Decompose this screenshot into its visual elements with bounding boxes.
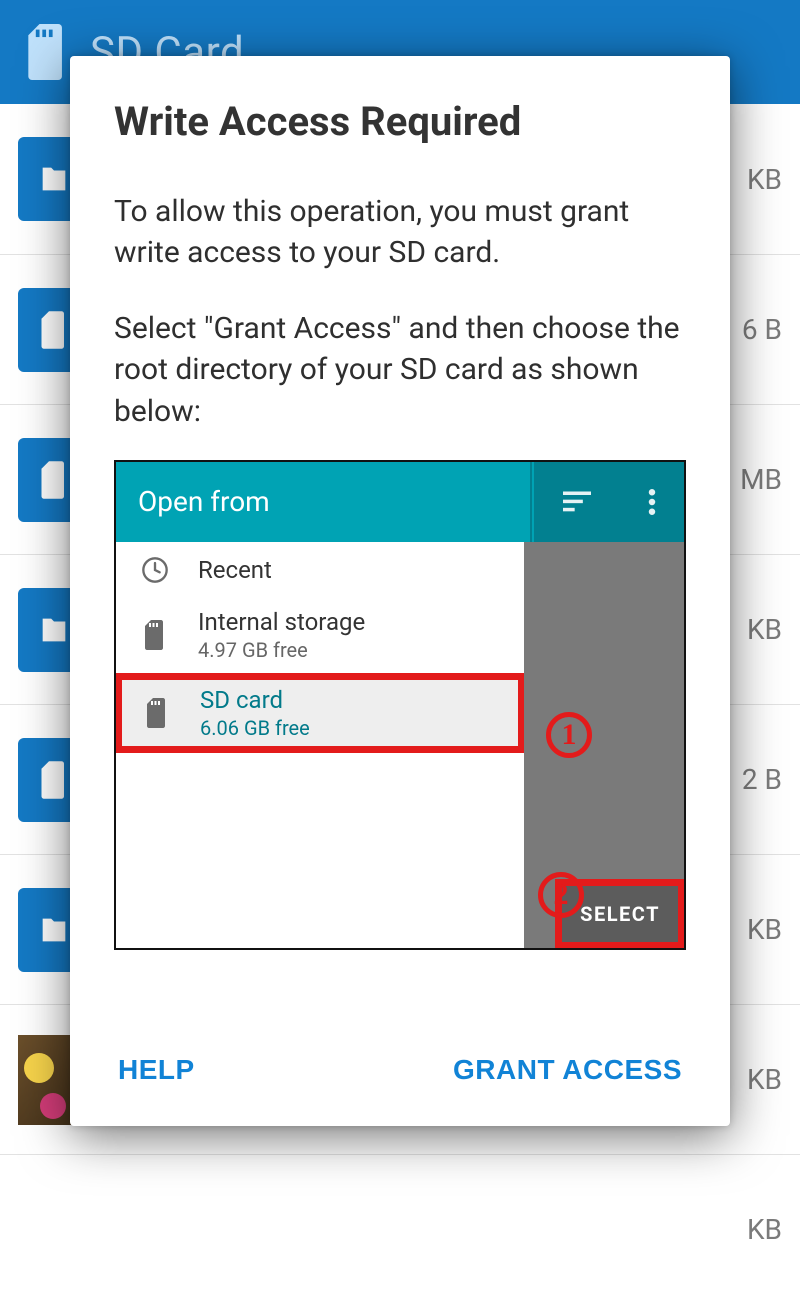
dialog-actions: HELP GRANT ACCESS <box>114 1014 686 1096</box>
step-two-marker: 2 <box>538 872 584 918</box>
tutorial-item-sub: 4.97 GB free <box>198 638 365 662</box>
file-size: MB <box>740 463 782 496</box>
tutorial-image: Open from <box>114 460 686 950</box>
tutorial-header-title: Open from <box>138 485 270 518</box>
tutorial-item-internal: Internal storage 4.97 GB free <box>116 598 524 672</box>
tutorial-body: Recent Internal storage 4.97 GB free <box>116 542 684 948</box>
help-button[interactable]: HELP <box>114 1044 199 1096</box>
sd-card-icon <box>138 620 172 650</box>
dialog-paragraph: To allow this operation, you must grant … <box>114 191 686 274</box>
grant-access-button[interactable]: GRANT ACCESS <box>449 1044 686 1096</box>
tutorial-drawer: Recent Internal storage 4.97 GB free <box>116 542 524 948</box>
step-one-marker: 1 <box>546 712 592 758</box>
tutorial-item-label: SD card <box>200 686 310 714</box>
file-size: KB <box>747 613 782 646</box>
tutorial-item-sub: 6.06 GB free <box>200 716 310 740</box>
sort-icon <box>563 491 591 513</box>
tutorial-item-label: Recent <box>198 556 272 584</box>
tutorial-item-recent: Recent <box>116 542 524 598</box>
tutorial-header-icons <box>534 462 684 542</box>
dialog-title: Write Access Required <box>114 98 686 145</box>
dialog-paragraph: Select "Grant Access" and then choose th… <box>114 308 686 432</box>
file-size: KB <box>747 1213 782 1246</box>
sd-card-icon <box>140 698 174 728</box>
more-icon <box>648 489 656 515</box>
write-access-dialog: Write Access Required To allow this oper… <box>70 56 730 1126</box>
tutorial-header: Open from <box>116 462 684 542</box>
tutorial-item-sd-highlighted: SD card 6.06 GB free <box>118 676 522 750</box>
file-size: KB <box>747 1063 782 1096</box>
divider <box>530 462 532 542</box>
file-size: KB <box>747 913 782 946</box>
list-item[interactable]: KB <box>0 1154 800 1304</box>
file-size: 2 B <box>742 763 782 796</box>
clock-icon <box>138 556 172 584</box>
tutorial-item-label: Internal storage <box>198 608 365 636</box>
file-size: 6 B <box>742 313 782 346</box>
sd-card-icon <box>24 24 70 80</box>
file-size: KB <box>747 163 782 196</box>
